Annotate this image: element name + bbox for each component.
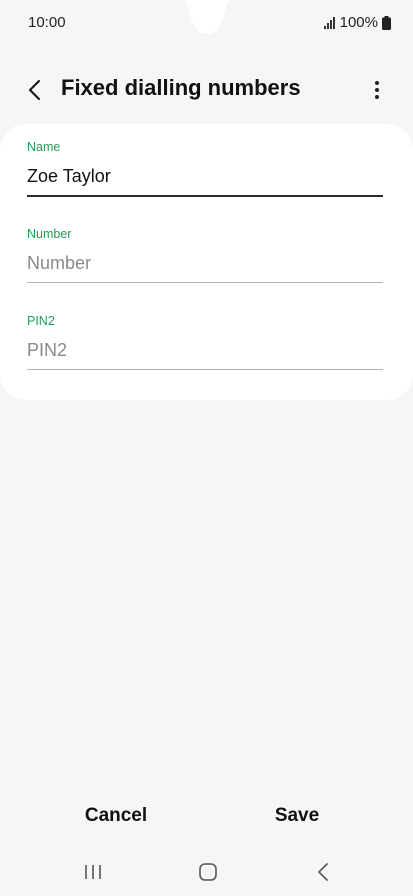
signal-icon bbox=[323, 16, 335, 29]
nav-back-button[interactable] bbox=[303, 858, 343, 886]
pin2-label: PIN2 bbox=[27, 314, 55, 328]
more-vertical-icon bbox=[375, 81, 379, 99]
back-button[interactable] bbox=[18, 74, 50, 106]
save-button[interactable]: Save bbox=[217, 796, 377, 836]
chevron-left-icon bbox=[29, 80, 40, 100]
status-time: 10:00 bbox=[28, 14, 66, 31]
home-button[interactable] bbox=[188, 858, 228, 886]
number-label: Number bbox=[27, 227, 72, 241]
more-options-button[interactable] bbox=[361, 74, 393, 106]
system-navigation-bar bbox=[0, 852, 413, 892]
cancel-button[interactable]: Cancel bbox=[36, 796, 196, 836]
name-label: Name bbox=[27, 140, 61, 154]
number-field: Number bbox=[27, 227, 383, 283]
recents-button[interactable] bbox=[73, 858, 113, 886]
app-header: Fixed dialling numbers bbox=[0, 66, 413, 112]
status-bar: 10:00 100% bbox=[0, 0, 413, 46]
form-card: Name Number PIN2 bbox=[0, 124, 413, 400]
bottom-actions: Cancel Save bbox=[0, 796, 413, 836]
battery-percentage: 100% bbox=[339, 14, 378, 31]
battery-icon bbox=[382, 15, 391, 30]
status-right: 100% bbox=[323, 14, 391, 31]
home-icon bbox=[199, 863, 217, 881]
name-input[interactable] bbox=[27, 166, 383, 197]
nav-back-icon bbox=[318, 863, 328, 881]
camera-notch bbox=[184, 0, 230, 34]
pin2-field: PIN2 bbox=[27, 314, 383, 370]
name-field: Name bbox=[27, 140, 383, 197]
recents-icon bbox=[85, 865, 101, 879]
number-input[interactable] bbox=[27, 253, 383, 283]
pin2-input[interactable] bbox=[27, 340, 383, 370]
page-title: Fixed dialling numbers bbox=[61, 75, 301, 100]
